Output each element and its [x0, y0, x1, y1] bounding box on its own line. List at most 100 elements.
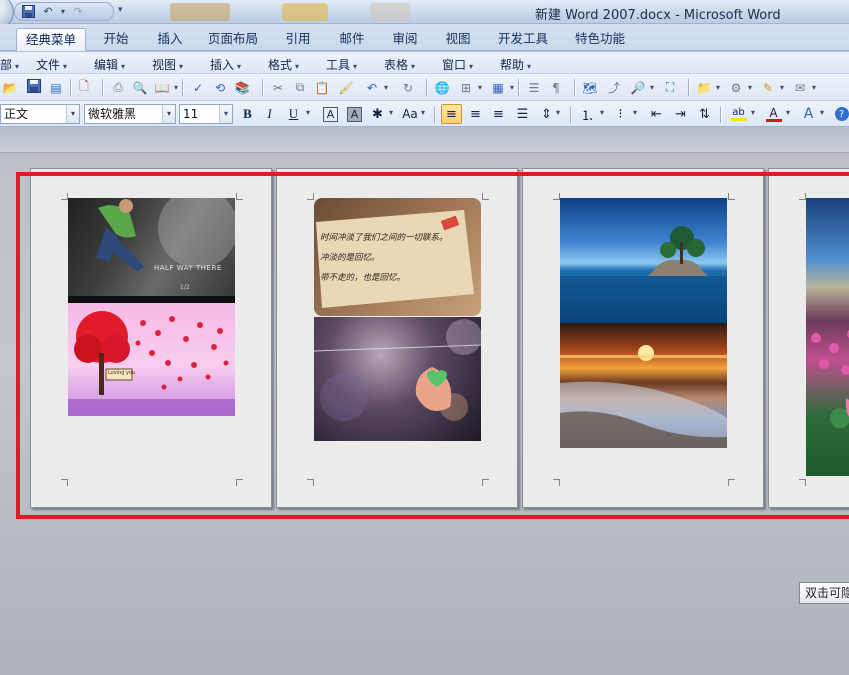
tab-view[interactable]: 视图 — [435, 28, 481, 51]
chevron-down-icon[interactable]: ▾ — [421, 108, 425, 117]
tab-home[interactable]: 开始 — [92, 28, 140, 51]
menu-help[interactable]: 帮助 ▾ — [500, 56, 531, 73]
font-size-combo[interactable]: 11 ▾ — [179, 104, 233, 124]
chevron-down-icon[interactable]: ▾ — [389, 108, 393, 117]
bullets-button[interactable]: ⁝ — [610, 104, 631, 124]
numbering-button[interactable]: ⒈ — [577, 104, 598, 124]
font-color-button[interactable]: A — [763, 104, 784, 124]
document-page[interactable]: 时间冲淡了我们之间的一切联系。 冲淡的是回忆。 带不走的，也是回忆。 — [276, 168, 518, 508]
columns-icon[interactable]: ☰ — [529, 81, 540, 95]
document-page[interactable]: HALF WAY THERE 1/2 Loving you — [30, 168, 272, 508]
tab-review[interactable]: 审阅 — [382, 28, 428, 51]
chevron-down-icon[interactable]: ▾ — [162, 105, 175, 123]
flower-field-photo[interactable] — [806, 198, 849, 476]
folder-icon[interactable]: 📁 — [697, 81, 712, 95]
chevron-down-icon[interactable]: ▾ — [633, 108, 637, 117]
align-right-button[interactable]: ≡ — [488, 104, 509, 124]
customize-qat-icon[interactable]: ▾ — [118, 5, 123, 15]
handwritten-note-photo[interactable]: 时间冲淡了我们之间的一切联系。 冲淡的是回忆。 带不走的，也是回忆。 — [314, 198, 481, 316]
menu-edit[interactable]: 编辑 ▾ — [94, 56, 125, 73]
chevron-down-icon[interactable]: ▾ — [786, 108, 790, 117]
document-page[interactable] — [768, 168, 849, 508]
tab-mailings[interactable]: 邮件 — [328, 28, 376, 51]
char-shading-button[interactable]: A — [344, 104, 365, 124]
align-left-button[interactable]: ≡ — [441, 104, 462, 124]
format-painter-icon[interactable]: 🖌 — [338, 81, 353, 95]
menu-insert[interactable]: 插入 ▾ — [210, 56, 241, 73]
document-page[interactable] — [522, 168, 764, 508]
menu-file[interactable]: 文件 ▾ — [36, 56, 67, 73]
tab-references[interactable]: 引用 — [275, 28, 321, 51]
options-icon[interactable]: ⚙ — [731, 81, 742, 95]
island-seascape-photo[interactable] — [560, 198, 727, 323]
show-hide-icon[interactable]: ¶ — [552, 81, 560, 95]
bold-button[interactable]: B — [237, 104, 258, 124]
undo-icon[interactable]: ↶ — [39, 4, 57, 20]
chevron-down-icon[interactable]: ▾ — [820, 108, 824, 117]
menu-format[interactable]: 格式 ▾ — [268, 56, 299, 73]
char-border-button[interactable]: A — [320, 104, 341, 124]
hyperlink-icon[interactable]: 🌐 — [435, 81, 450, 95]
drawing-icon[interactable]: ⤴ — [608, 79, 620, 96]
thesaurus-icon[interactable]: 📚 — [235, 81, 250, 95]
chevron-down-icon[interactable]: ▾ — [66, 105, 79, 123]
full-screen-icon[interactable]: ⛶ — [666, 80, 674, 95]
text-effects-button[interactable]: A — [798, 104, 819, 124]
decrease-indent-button[interactable]: ⇤ — [646, 104, 667, 124]
quick-parts-icon[interactable]: ✎ — [763, 81, 773, 95]
chevron-down-icon[interactable]: ▾ — [219, 105, 232, 123]
spelling-icon[interactable]: ✓ — [193, 81, 203, 95]
underline-button[interactable]: U — [283, 104, 304, 124]
permission-icon[interactable]: 🗋 — [79, 77, 89, 98]
font-combo[interactable]: 微软雅黑 ▾ — [84, 104, 176, 124]
save-icon[interactable] — [19, 4, 37, 20]
paste-icon[interactable]: 📋 — [315, 81, 330, 95]
tab-special-features[interactable]: 特色功能 — [566, 28, 634, 51]
change-case-button[interactable]: Aa — [398, 104, 422, 124]
envelope-icon[interactable]: ✉ — [795, 81, 805, 95]
underline-dropdown-icon[interactable]: ▾ — [306, 108, 310, 117]
print-icon[interactable]: ⎙ — [113, 80, 123, 95]
menu-tools[interactable]: 工具 ▾ — [326, 56, 357, 73]
copy-icon[interactable]: ⧉ — [296, 80, 305, 95]
text-effect-button[interactable]: ✱ — [367, 104, 388, 124]
undo-icon[interactable]: ↶ — [367, 81, 377, 95]
insert-table-icon[interactable]: ▦ — [492, 81, 503, 95]
tab-insert[interactable]: 插入 — [146, 28, 194, 51]
menu-window[interactable]: 窗口 ▾ — [442, 56, 473, 73]
menu-view[interactable]: 视图 ▾ — [152, 56, 183, 73]
tab-developer[interactable]: 开发工具 — [490, 28, 556, 51]
tab-classic-menu[interactable]: 经典菜单 — [16, 28, 86, 51]
justify-button[interactable]: ☰ — [512, 104, 533, 124]
running-man-photo[interactable]: HALF WAY THERE 1/2 — [68, 198, 235, 303]
sort-button[interactable]: ⇅ — [694, 104, 715, 124]
italic-button[interactable]: I — [259, 104, 280, 124]
chevron-down-icon[interactable]: ▾ — [600, 108, 604, 117]
undo-dropdown-icon[interactable]: ▾ — [59, 4, 67, 20]
increase-indent-button[interactable]: ⇥ — [670, 104, 691, 124]
read-mode-icon[interactable]: 📖 — [155, 81, 170, 95]
highlight-button[interactable]: ab — [728, 104, 749, 124]
line-spacing-button[interactable]: ⇕ — [536, 104, 557, 124]
redo-icon[interactable]: ↻ — [403, 81, 413, 95]
redo-icon[interactable]: ↷ — [69, 4, 87, 20]
zoom-icon[interactable]: 🔎 — [631, 81, 646, 95]
help-button[interactable]: ? — [831, 104, 849, 124]
tab-page-layout[interactable]: 页面布局 — [200, 28, 266, 51]
open-icon[interactable]: 📂 — [3, 81, 18, 95]
menu-all[interactable]: 部 ▾ — [0, 56, 19, 73]
chevron-down-icon[interactable]: ▾ — [556, 108, 560, 117]
red-heart-tree-illustration[interactable]: Loving you — [68, 303, 235, 416]
document-icon[interactable]: ▤ — [50, 81, 61, 95]
heart-leaf-bokeh-photo[interactable] — [314, 317, 481, 441]
print-preview-icon[interactable]: 🔍 — [133, 81, 148, 95]
cut-icon[interactable]: ✂ — [273, 81, 283, 95]
document-map-icon[interactable]: 🗺 — [582, 81, 597, 95]
sunset-beach-photo[interactable] — [560, 323, 727, 448]
align-center-button[interactable]: ≡ — [465, 104, 486, 124]
menu-table[interactable]: 表格 ▾ — [384, 56, 415, 73]
tables-borders-icon[interactable]: ⊞ — [461, 81, 471, 95]
chevron-down-icon[interactable]: ▾ — [751, 108, 755, 117]
research-icon[interactable]: ⟲ — [215, 81, 225, 95]
style-combo[interactable]: 正文 ▾ — [0, 104, 80, 124]
